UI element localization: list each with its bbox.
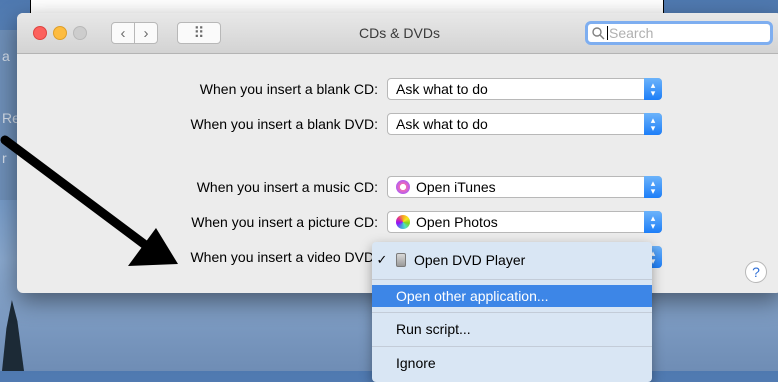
annotation-arrow bbox=[0, 135, 178, 266]
